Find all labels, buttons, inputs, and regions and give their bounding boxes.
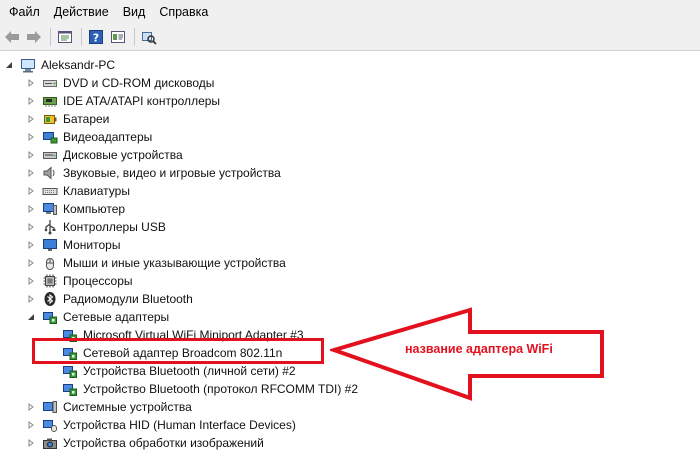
- speaker-icon: [42, 165, 58, 181]
- network-adapter-icon: [62, 363, 78, 379]
- category-usb[interactable]: Контроллеры USB: [28, 218, 166, 236]
- tree-item-label: Устройства HID (Human Interface Devices): [63, 418, 296, 432]
- tree-item-label: Устройство Bluetooth (протокол RFCOMM TD…: [83, 382, 359, 396]
- tree-item-label: Устройства Bluetooth (личной сети) #2: [83, 364, 296, 378]
- category-imaging[interactable]: Устройства обработки изображений: [28, 434, 264, 452]
- category-keyboards[interactable]: Клавиатуры: [28, 182, 130, 200]
- expand-triangle-icon[interactable]: [26, 240, 36, 250]
- expand-triangle-icon[interactable]: [26, 294, 36, 304]
- toolbar-separator: [50, 28, 51, 46]
- category-display-adapters[interactable]: Видеоадаптеры: [28, 128, 153, 146]
- disk-drive-icon: [42, 147, 58, 163]
- network-adapter-icon: [42, 309, 58, 325]
- toolbar: ?: [0, 24, 700, 51]
- expand-triangle-icon[interactable]: [26, 114, 36, 124]
- expand-triangle-icon[interactable]: [26, 186, 36, 196]
- tree-item-network-adapter[interactable]: Устройство Bluetooth (протокол RFCOMM TD…: [62, 380, 358, 398]
- tree-item-label: DVD и CD-ROM дисководы: [63, 76, 215, 90]
- category-sound[interactable]: Звуковые, видео и игровые устройства: [28, 164, 281, 182]
- tree-item-label: Звуковые, видео и игровые устройства: [63, 166, 281, 180]
- expand-triangle-icon[interactable]: [26, 258, 36, 268]
- tree-item-label: Клавиатуры: [63, 184, 130, 198]
- system-device-icon: [42, 399, 58, 415]
- expand-triangle-icon[interactable]: [26, 96, 36, 106]
- highlight-box: [32, 338, 324, 364]
- mouse-icon: [42, 255, 58, 271]
- menu-view[interactable]: Вид: [123, 5, 146, 19]
- scan-hardware-icon[interactable]: [139, 27, 159, 47]
- category-network-adapters[interactable]: Сетевые адаптеры: [28, 308, 170, 326]
- expand-triangle-icon[interactable]: [26, 78, 36, 88]
- expand-triangle-icon[interactable]: [26, 168, 36, 178]
- ide-controller-icon: [42, 93, 58, 109]
- category-batteries[interactable]: Батареи: [28, 110, 110, 128]
- category-dvd[interactable]: DVD и CD-ROM дисководы: [28, 74, 215, 92]
- computer-icon: [20, 57, 36, 73]
- tree-item-label: Системные устройства: [63, 400, 192, 414]
- tree-item-label: Радиомодули Bluetooth: [63, 292, 193, 306]
- annotation-label: название адаптера WiFi: [405, 342, 553, 356]
- svg-text:?: ?: [93, 32, 99, 45]
- tree-item-label: Дисковые устройства: [63, 148, 183, 162]
- category-monitors[interactable]: Мониторы: [28, 236, 121, 254]
- menu-help[interactable]: Справка: [159, 5, 208, 19]
- tree-item-label: Aleksandr-PC: [41, 58, 116, 72]
- monitor-icon: [42, 237, 58, 253]
- display-adapter-icon: [42, 129, 58, 145]
- menu-file[interactable]: Файл: [9, 5, 40, 19]
- category-processors[interactable]: Процессоры: [28, 272, 133, 290]
- tree-item-label: Сетевые адаптеры: [63, 310, 170, 324]
- expand-triangle-icon[interactable]: [26, 204, 36, 214]
- collapse-triangle-icon[interactable]: [26, 312, 36, 322]
- tree-item-label: Компьютер: [63, 202, 126, 216]
- properties-icon[interactable]: [108, 27, 128, 47]
- category-system-devices[interactable]: Системные устройства: [28, 398, 192, 416]
- forward-icon[interactable]: [24, 27, 44, 47]
- menu-action[interactable]: Действие: [54, 5, 109, 19]
- tree-item-network-adapter[interactable]: Устройства Bluetooth (личной сети) #2: [62, 362, 296, 380]
- expand-triangle-icon[interactable]: [26, 150, 36, 160]
- expand-triangle-icon[interactable]: [26, 222, 36, 232]
- expand-triangle-icon[interactable]: [26, 420, 36, 430]
- category-mice[interactable]: Мыши и иные указывающие устройства: [28, 254, 286, 272]
- tree-item-label: Устройства обработки изображений: [63, 436, 264, 450]
- expand-triangle-icon[interactable]: [26, 132, 36, 142]
- category-ide[interactable]: IDE ATA/ATAPI контроллеры: [28, 92, 221, 110]
- tree-item-label: Видеоадаптеры: [63, 130, 153, 144]
- keyboard-icon: [42, 183, 58, 199]
- tree-item-label: Батареи: [63, 112, 110, 126]
- category-bluetooth[interactable]: Радиомодули Bluetooth: [28, 290, 193, 308]
- tree-item-label: Мыши и иные указывающие устройства: [63, 256, 286, 270]
- back-icon[interactable]: [2, 27, 22, 47]
- network-adapter-icon: [62, 381, 78, 397]
- tree-item-label: Мониторы: [63, 238, 121, 252]
- toolbar-separator: [81, 28, 82, 46]
- menu-bar: Файл Действие Вид Справка: [0, 0, 700, 24]
- bluetooth-icon: [42, 291, 58, 307]
- dvd-drive-icon: [42, 75, 58, 91]
- category-computer[interactable]: Компьютер: [28, 200, 126, 218]
- tree-item-label: Процессоры: [63, 274, 133, 288]
- category-disk-drives[interactable]: Дисковые устройства: [28, 146, 183, 164]
- tree-view-icon[interactable]: [55, 27, 75, 47]
- pc-icon: [42, 201, 58, 217]
- expand-triangle-icon[interactable]: [26, 402, 36, 412]
- expand-triangle-icon[interactable]: [26, 276, 36, 286]
- hid-icon: [42, 417, 58, 433]
- expand-triangle-icon[interactable]: [26, 438, 36, 448]
- processor-icon: [42, 273, 58, 289]
- tree-root-computer[interactable]: Aleksandr-PC: [6, 56, 116, 74]
- toolbar-separator: [134, 28, 135, 46]
- camera-icon: [42, 435, 58, 451]
- usb-icon: [42, 219, 58, 235]
- arrow-icon: [330, 307, 604, 401]
- battery-icon: [42, 111, 58, 127]
- tree-item-label: Контроллеры USB: [63, 220, 166, 234]
- tree-item-label: IDE ATA/ATAPI контроллеры: [63, 94, 221, 108]
- category-hid[interactable]: Устройства HID (Human Interface Devices): [28, 416, 296, 434]
- help-icon[interactable]: ?: [86, 27, 106, 47]
- collapse-triangle-icon[interactable]: [4, 60, 14, 70]
